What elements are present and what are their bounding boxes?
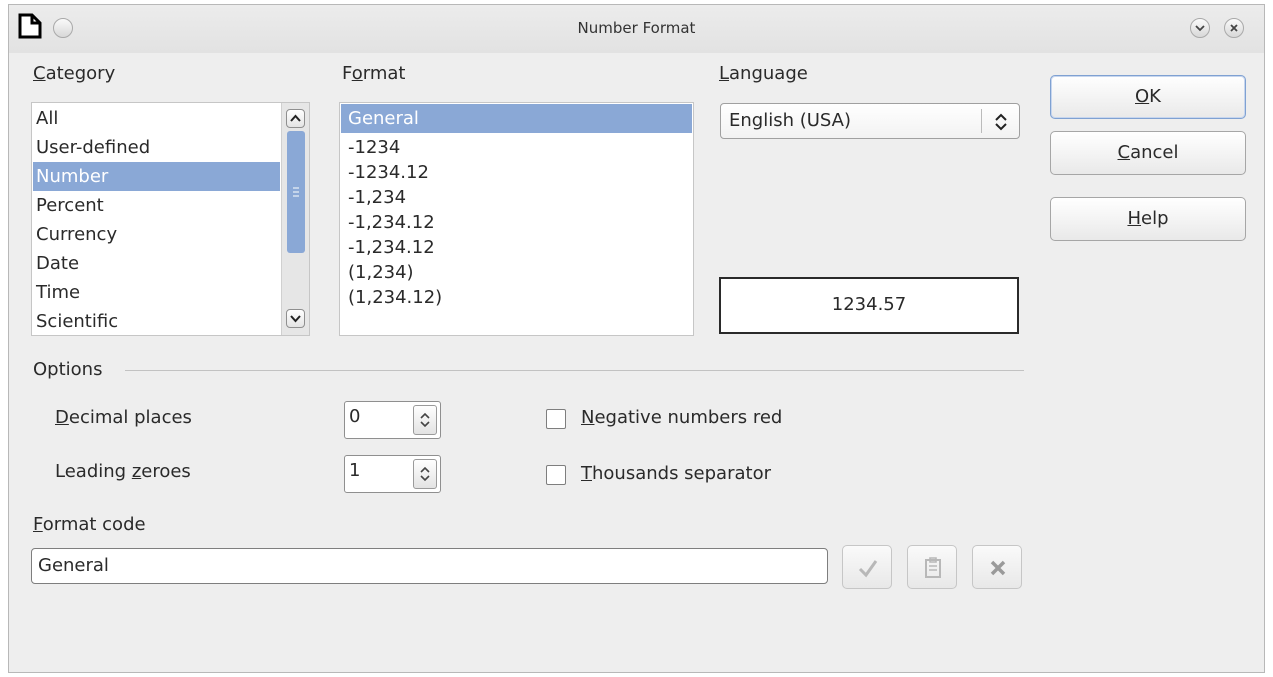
format-label: Format xyxy=(342,63,406,84)
number-format-dialog: Number Format Category All User-defined … xyxy=(8,4,1265,673)
decimal-places-label: Decimal places xyxy=(55,407,192,428)
chevron-down-icon xyxy=(290,315,301,323)
decimal-places-spinner[interactable]: 0 xyxy=(344,401,441,439)
language-value: English (USA) xyxy=(729,110,852,131)
close-icon xyxy=(1230,24,1238,32)
category-item-scientific[interactable]: Scientific xyxy=(36,307,118,336)
category-item-time[interactable]: Time xyxy=(36,278,80,307)
options-heading: Options xyxy=(33,359,103,380)
leading-zeroes-value: 1 xyxy=(349,460,361,481)
close-button[interactable] xyxy=(1224,18,1244,38)
format-item[interactable]: (1,234.12) xyxy=(348,283,442,312)
category-item-percent[interactable]: Percent xyxy=(36,191,104,220)
category-item-date[interactable]: Date xyxy=(36,249,79,278)
checkmark-icon xyxy=(858,560,878,578)
thousands-separator-label[interactable]: Thousands separator xyxy=(581,463,771,484)
category-item-number[interactable]: Number xyxy=(33,162,280,191)
decimal-places-value: 0 xyxy=(349,406,361,427)
language-label: Language xyxy=(719,63,808,84)
title-bar: Number Format xyxy=(9,5,1264,53)
category-item-user-defined[interactable]: User-defined xyxy=(36,133,150,162)
chevron-down-icon xyxy=(1195,25,1205,32)
spin-arrows-icon xyxy=(420,412,430,428)
format-code-input[interactable]: General xyxy=(31,548,828,584)
leading-zeroes-label: Leading zeroes xyxy=(55,461,191,482)
chevron-up-icon xyxy=(290,114,301,122)
format-code-value: General xyxy=(38,555,109,576)
preview-value: 1234.57 xyxy=(831,294,907,315)
cancel-button[interactable]: Cancel xyxy=(1050,131,1246,175)
language-select[interactable]: English (USA) xyxy=(720,103,1020,139)
negative-numbers-red-label[interactable]: Negative numbers red xyxy=(581,407,782,428)
thousands-separator-checkbox[interactable] xyxy=(546,465,566,485)
accept-format-code-button[interactable] xyxy=(842,545,892,589)
leading-zeroes-spinner[interactable]: 1 xyxy=(344,455,441,493)
grip-icon xyxy=(293,187,299,197)
negative-numbers-red-checkbox[interactable] xyxy=(546,409,566,429)
spin-arrows-icon xyxy=(420,466,430,482)
edit-comment-button[interactable] xyxy=(907,545,957,589)
delete-icon xyxy=(990,560,1006,576)
category-item-currency[interactable]: Currency xyxy=(36,220,117,249)
category-label: Category xyxy=(33,63,116,84)
format-code-label: Format code xyxy=(33,514,146,535)
format-item-general[interactable]: General xyxy=(341,104,692,133)
spin-buttons[interactable] xyxy=(413,459,437,489)
up-down-arrows-icon xyxy=(995,113,1007,131)
format-preview: 1234.57 xyxy=(719,277,1019,334)
delete-format-code-button[interactable] xyxy=(972,545,1022,589)
scroll-up-button[interactable] xyxy=(286,109,305,128)
scroll-thumb[interactable] xyxy=(287,131,305,253)
category-item-all[interactable]: All xyxy=(36,104,58,133)
minimize-button[interactable] xyxy=(1190,18,1210,38)
options-separator xyxy=(125,370,1024,371)
category-scrollbar[interactable] xyxy=(281,103,309,335)
ok-button[interactable]: OK xyxy=(1050,75,1246,119)
category-list[interactable]: All User-defined Number Percent Currency… xyxy=(31,102,310,336)
scroll-down-button[interactable] xyxy=(286,309,305,328)
combo-divider xyxy=(981,109,982,133)
format-list[interactable]: General -1234 -1234.12 -1,234 -1,234.12 … xyxy=(339,102,694,336)
help-button[interactable]: Help xyxy=(1050,197,1246,241)
spin-buttons[interactable] xyxy=(413,405,437,435)
window-title: Number Format xyxy=(577,19,696,37)
comment-icon xyxy=(925,557,941,578)
